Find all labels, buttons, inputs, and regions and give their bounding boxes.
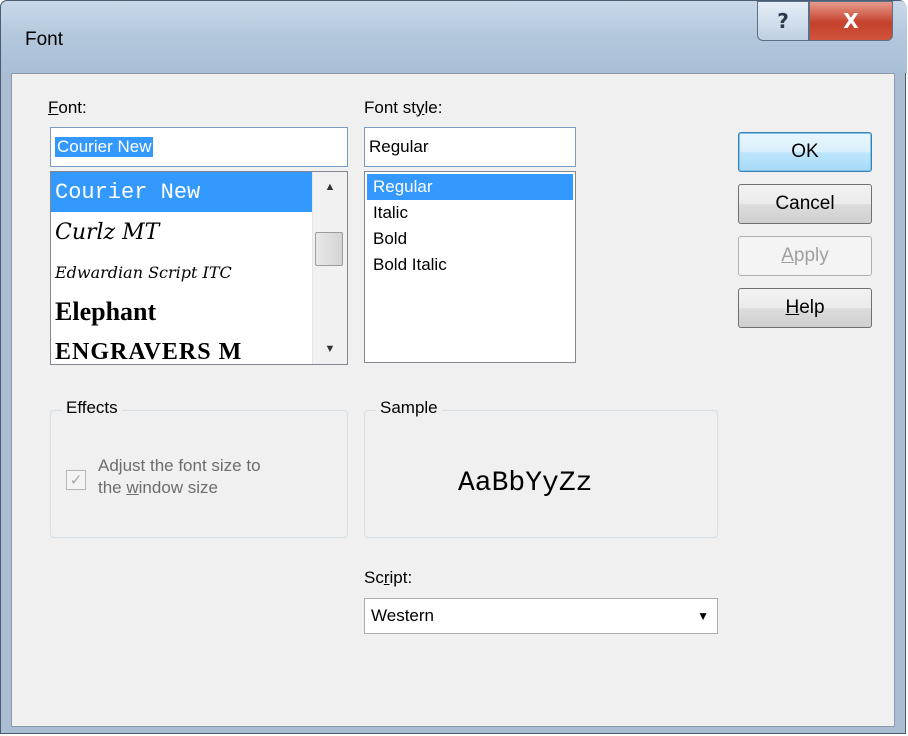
font-list-item[interactable]: Edwardian Script ITC <box>51 252 347 292</box>
window-title: Font <box>25 29 64 50</box>
title-bar: Font ? X <box>1 1 907 73</box>
font-list[interactable]: Courier New Curlz MT Edwardian Script IT… <box>50 171 348 365</box>
font-dialog: Font ? X Font: Courier New Courier New C… <box>0 0 907 734</box>
close-button[interactable]: X <box>809 1 893 41</box>
dialog-client-area: Font: Courier New Courier New Curlz MT E… <box>11 73 895 727</box>
adjust-size-label: Adjust the font size to the window size <box>98 456 261 497</box>
help-dialog-button[interactable]: Help <box>738 288 872 328</box>
scroll-up-icon[interactable]: ▲ <box>313 172 347 202</box>
font-style-value: Regular <box>369 137 429 156</box>
style-list-item[interactable]: Regular <box>367 174 573 200</box>
script-label: Script: <box>364 568 413 587</box>
font-list-scrollbar[interactable]: ▲ ▼ <box>312 172 347 364</box>
font-style-list[interactable]: Regular Italic Bold Bold Italic <box>364 171 576 363</box>
font-name-value: Courier New <box>55 137 154 157</box>
adjust-size-checkbox[interactable]: ✓ <box>66 470 86 490</box>
sample-title: Sample <box>376 398 442 418</box>
script-value: Western <box>371 606 434 625</box>
font-label: Font: <box>48 98 87 117</box>
close-icon: X <box>843 9 859 33</box>
font-list-item[interactable]: Curlz MT <box>51 212 347 252</box>
font-style-input[interactable]: Regular <box>364 127 576 167</box>
help-icon: ? <box>777 9 789 33</box>
font-style-label: Font style: <box>364 98 443 117</box>
ok-button[interactable]: OK <box>738 132 872 172</box>
apply-button[interactable]: Apply <box>738 236 872 276</box>
scroll-thumb[interactable] <box>315 232 343 266</box>
sample-preview-text: AaBbYyZz <box>458 468 593 499</box>
font-list-item[interactable]: ENGRAVERS M <box>51 332 347 365</box>
help-button[interactable]: ? <box>757 1 809 41</box>
checkmark-icon: ✓ <box>69 472 83 489</box>
scroll-down-icon[interactable]: ▼ <box>313 334 347 364</box>
dropdown-arrow-icon[interactable]: ▼ <box>697 599 709 633</box>
effects-title: Effects <box>62 398 122 418</box>
style-list-item[interactable]: Bold Italic <box>367 252 573 278</box>
font-list-item[interactable]: Elephant <box>51 292 347 332</box>
style-list-item[interactable]: Italic <box>367 200 573 226</box>
cancel-button[interactable]: Cancel <box>738 184 872 224</box>
font-name-input[interactable]: Courier New <box>50 127 348 167</box>
style-list-item[interactable]: Bold <box>367 226 573 252</box>
script-dropdown[interactable]: Western ▼ <box>364 598 718 634</box>
font-list-item[interactable]: Courier New <box>51 172 347 212</box>
